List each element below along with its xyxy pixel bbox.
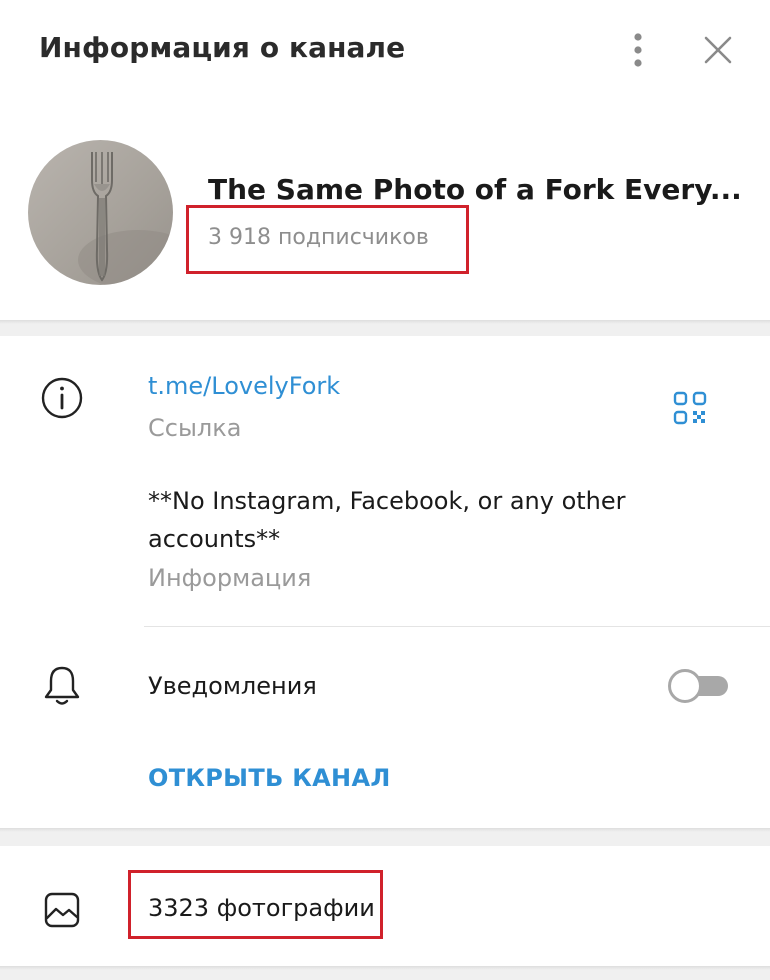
close-icon[interactable] (700, 32, 736, 68)
divider (144, 626, 770, 627)
page-title: Информация о канале (39, 31, 406, 64)
section-divider (0, 828, 770, 846)
avatar[interactable] (28, 140, 173, 285)
section-divider (0, 320, 770, 336)
open-channel-button[interactable]: ОТКРЫТЬ КАНАЛ (148, 764, 391, 792)
highlight-box (128, 870, 383, 939)
more-vertical-icon[interactable] (622, 30, 654, 70)
channel-description: **No Instagram, Facebook, or any other a… (148, 487, 626, 553)
description-label: Информация (148, 564, 312, 592)
info-section: t.me/LovelyFork Ссылка **No Instagram, F… (0, 336, 770, 828)
info-icon (40, 376, 84, 420)
notifications-toggle[interactable] (668, 669, 728, 703)
channel-link[interactable]: t.me/LovelyFork (148, 372, 340, 400)
section-divider (0, 966, 770, 980)
photos-row[interactable]: 3323 фотографии (0, 846, 770, 966)
highlight-box (186, 205, 469, 274)
channel-name: The Same Photo of a Fork Every... (208, 173, 742, 206)
photo-icon (43, 891, 81, 929)
qr-code-icon[interactable] (672, 390, 708, 426)
header: Информация о канале (0, 0, 770, 104)
bell-icon (42, 664, 82, 708)
link-label: Ссылка (148, 414, 242, 442)
toggle-knob (668, 669, 702, 703)
channel-profile: The Same Photo of a Fork Every... 3 918 … (0, 104, 770, 320)
notifications-label: Уведомления (148, 672, 317, 700)
